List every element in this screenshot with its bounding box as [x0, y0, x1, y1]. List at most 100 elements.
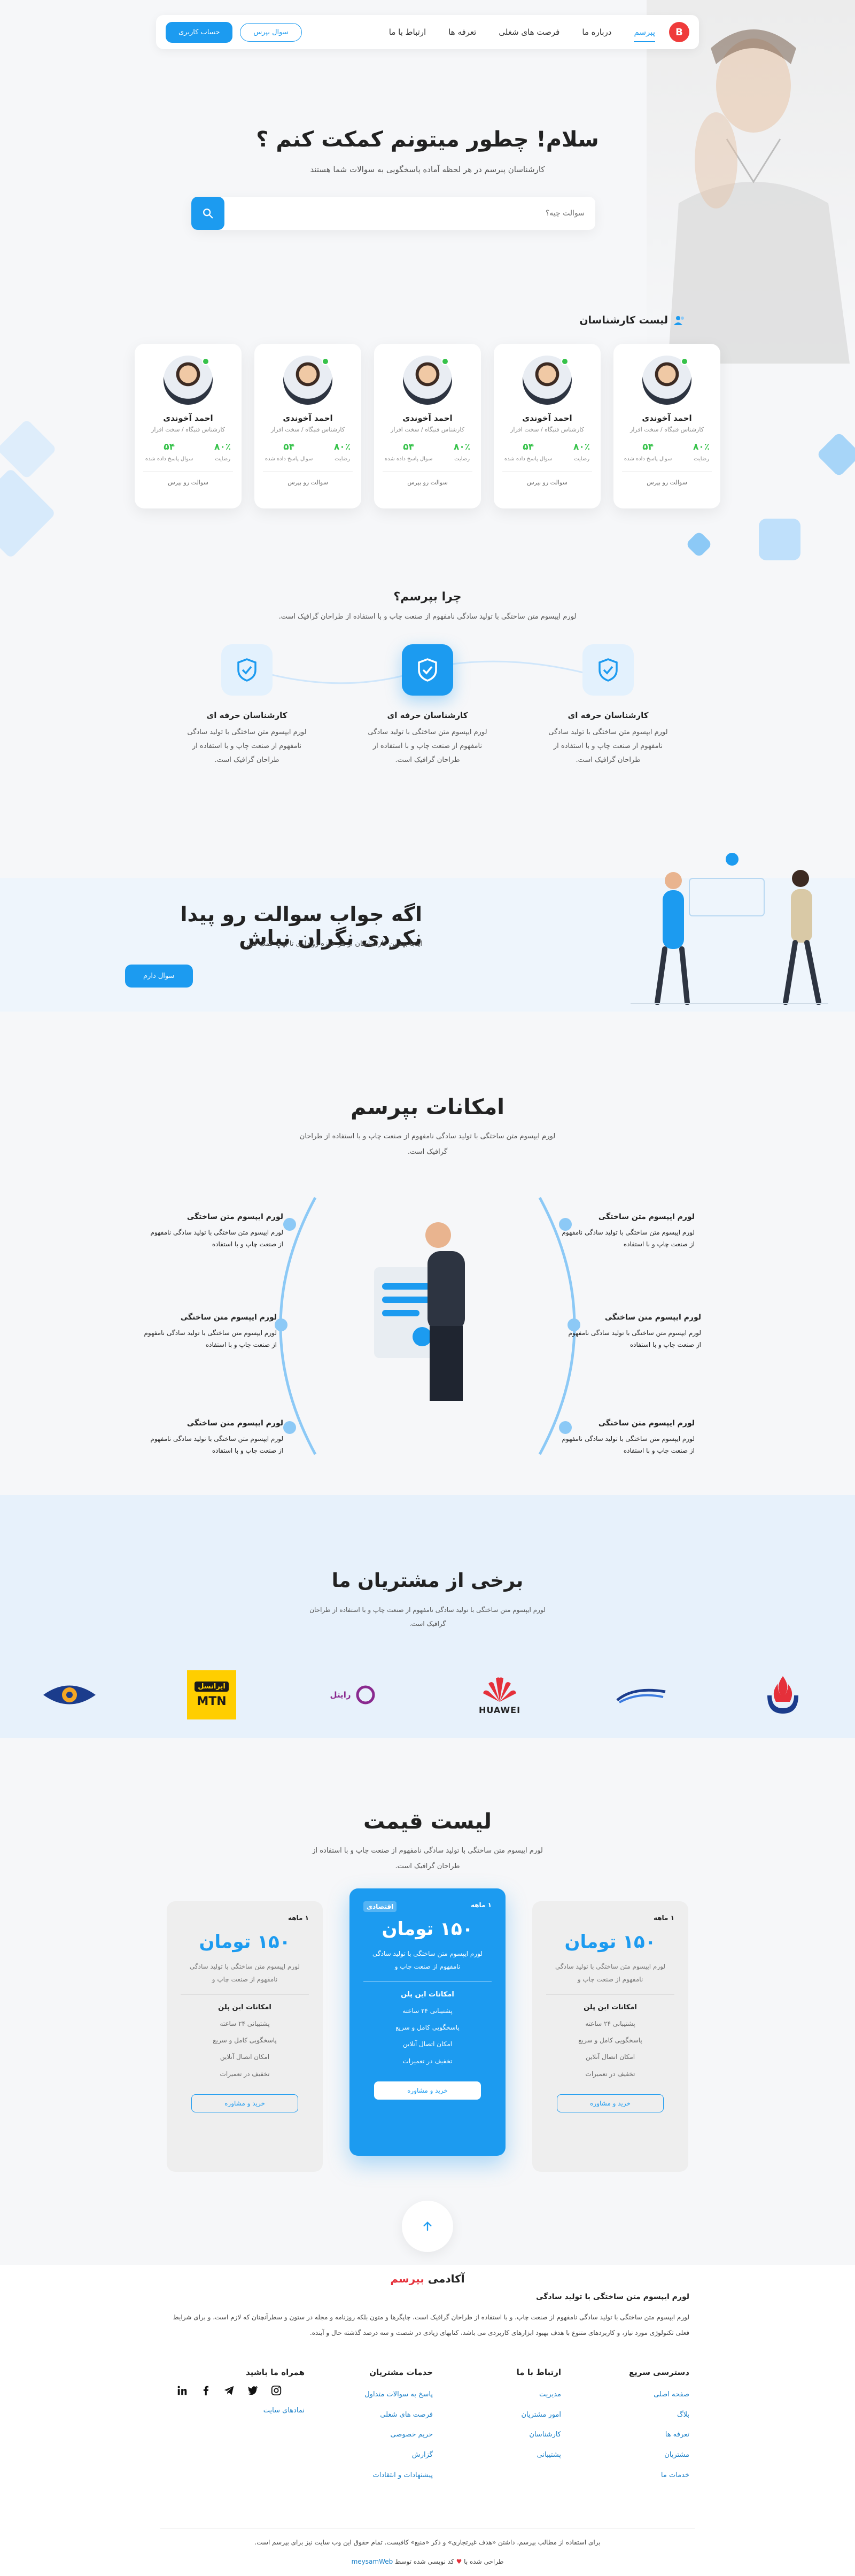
feature-item-text: لورم ایپسوم متن ساختگی با تولید سادگی نا…: [562, 1435, 695, 1454]
expert-role: کارشناس فنبگاه / سخت افزار: [630, 426, 704, 433]
footer-link[interactable]: پشتیبانی: [517, 2445, 561, 2465]
expert-role: کارشناس فنبگاه / سخت افزار: [391, 426, 464, 433]
footer-link[interactable]: تعرفه ها: [629, 2425, 689, 2445]
footer-column-services: خدمات مشتریان پاسخ به سوالات متداول فرصت…: [364, 2367, 433, 2485]
expert-ask-link[interactable]: سوالت رو بپرس: [143, 471, 233, 486]
facebook-icon[interactable]: [200, 2385, 212, 2396]
online-status-dot: [561, 358, 569, 365]
credit-author-link[interactable]: meysamWeb: [352, 2558, 393, 2565]
plan-feature: امکان اتصال آنلاین: [220, 2053, 270, 2061]
plan-feature: پشتیبانی ۲۴ ساعته: [585, 2020, 635, 2027]
expert-satisfaction-label: رضایت: [574, 456, 590, 462]
footer-column-social: همراه ما باشید نمادهای سایت: [176, 2367, 305, 2421]
features-subtitle: لورم ایپسوم متن ساختگی با تولید سادگی نا…: [299, 1132, 556, 1156]
hero-person-image: [647, 0, 855, 364]
expert-answers-label: سوال پاسخ داده شده: [145, 456, 193, 462]
expert-satisfaction: ۸۰٪: [334, 442, 351, 452]
plan-price: ۱۵۰ تومان: [382, 1918, 473, 1940]
buy-plan-button[interactable]: خرید و مشاوره: [191, 2094, 298, 2112]
cta-band-subtitle: اینجا بهترین کارشناسان از هر حوزه رو دار…: [246, 940, 422, 948]
footer-link[interactable]: خدمات ما: [629, 2465, 689, 2486]
account-button[interactable]: حساب کاربری: [166, 21, 233, 43]
twitter-icon[interactable]: [247, 2385, 259, 2396]
expert-ask-link[interactable]: سوالت رو بپرس: [622, 471, 712, 486]
feature-item-text: لورم ایپسوم متن ساختگی با تولید سادگی نا…: [144, 1329, 277, 1348]
plan-features-title: امکانات این پلن: [401, 1991, 454, 1999]
expert-card[interactable]: احمد آخوندی کارشناس فنبگاه / سخت افزار ۸…: [135, 344, 242, 508]
pricing-title: لیست قیمت: [363, 1809, 492, 1834]
expert-answers: ۵۴: [642, 442, 654, 452]
expert-answers-label: سوال پاسخ داده شده: [265, 456, 313, 462]
nav-menu: پبرسم درباره ما فرصت های شغلی تعرفه ها ا…: [302, 27, 655, 42]
footer-link[interactable]: پیشنهادات و انتقادات: [364, 2465, 433, 2486]
nav-item-about[interactable]: درباره ما: [582, 27, 611, 37]
nav-item-home[interactable]: پبرسم: [634, 27, 655, 42]
search-button[interactable]: [191, 197, 224, 230]
credit-prefix: طراحی شده با: [464, 2558, 504, 2565]
expert-avatar: [283, 356, 332, 405]
footer-link[interactable]: مدیریت: [517, 2385, 561, 2405]
footer-column-title: ارتباط با ما: [516, 2367, 561, 2377]
hero-title: سلام! چطور میتونم کمکت کنم ؟: [256, 127, 599, 152]
expert-card[interactable]: احمد آخوندی کارشناس فنبگاه / سخت افزار ۸…: [254, 344, 361, 508]
instagram-icon[interactable]: [270, 2385, 282, 2396]
client-logo-eye: [37, 1668, 102, 1722]
expert-card[interactable]: احمد آخوندی کارشناس فنبگاه / سخت افزار ۸…: [374, 344, 481, 508]
expert-ask-link[interactable]: سوالت رو بپرس: [383, 471, 472, 486]
why-subtitle: لورم ایپسوم متن ساختگی با تولید سادگی نا…: [278, 613, 577, 621]
feature-item: لورم ایپسوم متن ساختگی لورم ایپسوم متن سا…: [561, 1210, 695, 1250]
footer-link[interactable]: گزارش: [364, 2445, 433, 2465]
have-question-button[interactable]: سوال دارم: [125, 965, 193, 988]
plan-description: لورم ایپسوم متن ساختگی با تولید سادگی نا…: [189, 1963, 300, 1983]
footer-link[interactable]: حریم خصوصی: [364, 2425, 433, 2445]
search-input[interactable]: [224, 197, 595, 230]
footer-link[interactable]: امور مشتریان: [517, 2405, 561, 2425]
plan-feature: تخفیف در تعمیرات: [220, 2070, 270, 2078]
footer-link[interactable]: مشتریان: [629, 2445, 689, 2465]
why-feature-text: لورم ایپسوم متن ساختگی با تولید سادگی نا…: [187, 728, 307, 764]
expert-avatar: [164, 356, 213, 405]
nav-item-contact[interactable]: ارتباط با ما: [389, 27, 426, 37]
expert-ask-link[interactable]: سوالت رو بپرس: [502, 471, 592, 486]
brand-logo[interactable]: B: [669, 22, 689, 42]
users-icon: [674, 316, 684, 325]
experts-heading-label: لیست کارشناسان: [579, 314, 668, 326]
credit-line: طراحی شده با ♥ کد نویسی شده توسط meysamW…: [0, 2558, 855, 2565]
pricing-plan: ۱ ماهه ۱۵۰ تومان لورم ایپسوم متن ساختگی …: [167, 1901, 323, 2172]
expert-ask-link[interactable]: سوالت رو بپرس: [263, 471, 353, 486]
linkedin-icon[interactable]: [176, 2385, 188, 2396]
footer-link[interactable]: صفحه اصلی: [629, 2385, 689, 2405]
client-logo-huawei: HUAWEI: [465, 1668, 534, 1722]
telegram-icon[interactable]: [223, 2385, 235, 2396]
nav-item-pricing[interactable]: تعرفه ها: [448, 27, 476, 37]
footer-column-quick-access: دسترسی سریع صفحه اصلی بلاگ تعرفه ها مشتر…: [629, 2367, 689, 2485]
feature-item-text: لورم ایپسوم متن ساختگی با تولید سادگی نا…: [150, 1229, 283, 1248]
scroll-to-top-button[interactable]: [402, 2201, 453, 2252]
why-feature-title: کارشناسان حرفه ای: [568, 711, 649, 720]
feature-item-title: لورم ایپسوم متن ساختگی: [180, 1313, 277, 1322]
search-icon: [203, 209, 213, 219]
hero-subtitle: کارشناسان پبرسم در هر لحظه آماده پاسخگوی…: [310, 165, 545, 174]
nav-item-jobs[interactable]: فرصت های شغلی: [499, 27, 559, 37]
expert-card[interactable]: احمد آخوندی کارشناس فنبگاه / سخت افزار ۸…: [494, 344, 601, 508]
expert-satisfaction-label: رضایت: [335, 456, 351, 462]
footer-link[interactable]: فرصت های شغلی: [364, 2405, 433, 2425]
plan-feature: تخفیف در تعمیرات: [585, 2070, 635, 2078]
clients-title: برخی از مشتریان ما: [331, 1570, 524, 1592]
footer-link[interactable]: کارشناسان: [517, 2425, 561, 2445]
expert-card[interactable]: احمد آخوندی کارشناس فنبگاه / سخت افزار ۸…: [613, 344, 720, 508]
footer-link[interactable]: بلاگ: [629, 2405, 689, 2425]
features-arcs: [275, 1197, 580, 1455]
expert-answers: ۵۴: [523, 442, 534, 452]
buy-plan-button[interactable]: خرید و مشاوره: [374, 2081, 481, 2100]
footer-link[interactable]: نمادهای سایت: [176, 2401, 305, 2421]
footer-link[interactable]: پاسخ به سوالات متداول: [364, 2385, 433, 2405]
arrow-up-icon: [423, 2222, 432, 2231]
buy-plan-button[interactable]: خرید و مشاوره: [557, 2094, 664, 2112]
feature-item-text: لورم ایپسوم متن ساختگی با تولید سادگی نا…: [150, 1435, 283, 1454]
ask-question-button[interactable]: سوال بپرس: [240, 22, 302, 42]
why-feature-title: کارشناسان حرفه ای: [206, 711, 287, 720]
shield-check-icon: [402, 644, 453, 696]
search-bar: [191, 197, 595, 230]
plan-feature: تخفیف در تعمیرات: [402, 2057, 453, 2065]
